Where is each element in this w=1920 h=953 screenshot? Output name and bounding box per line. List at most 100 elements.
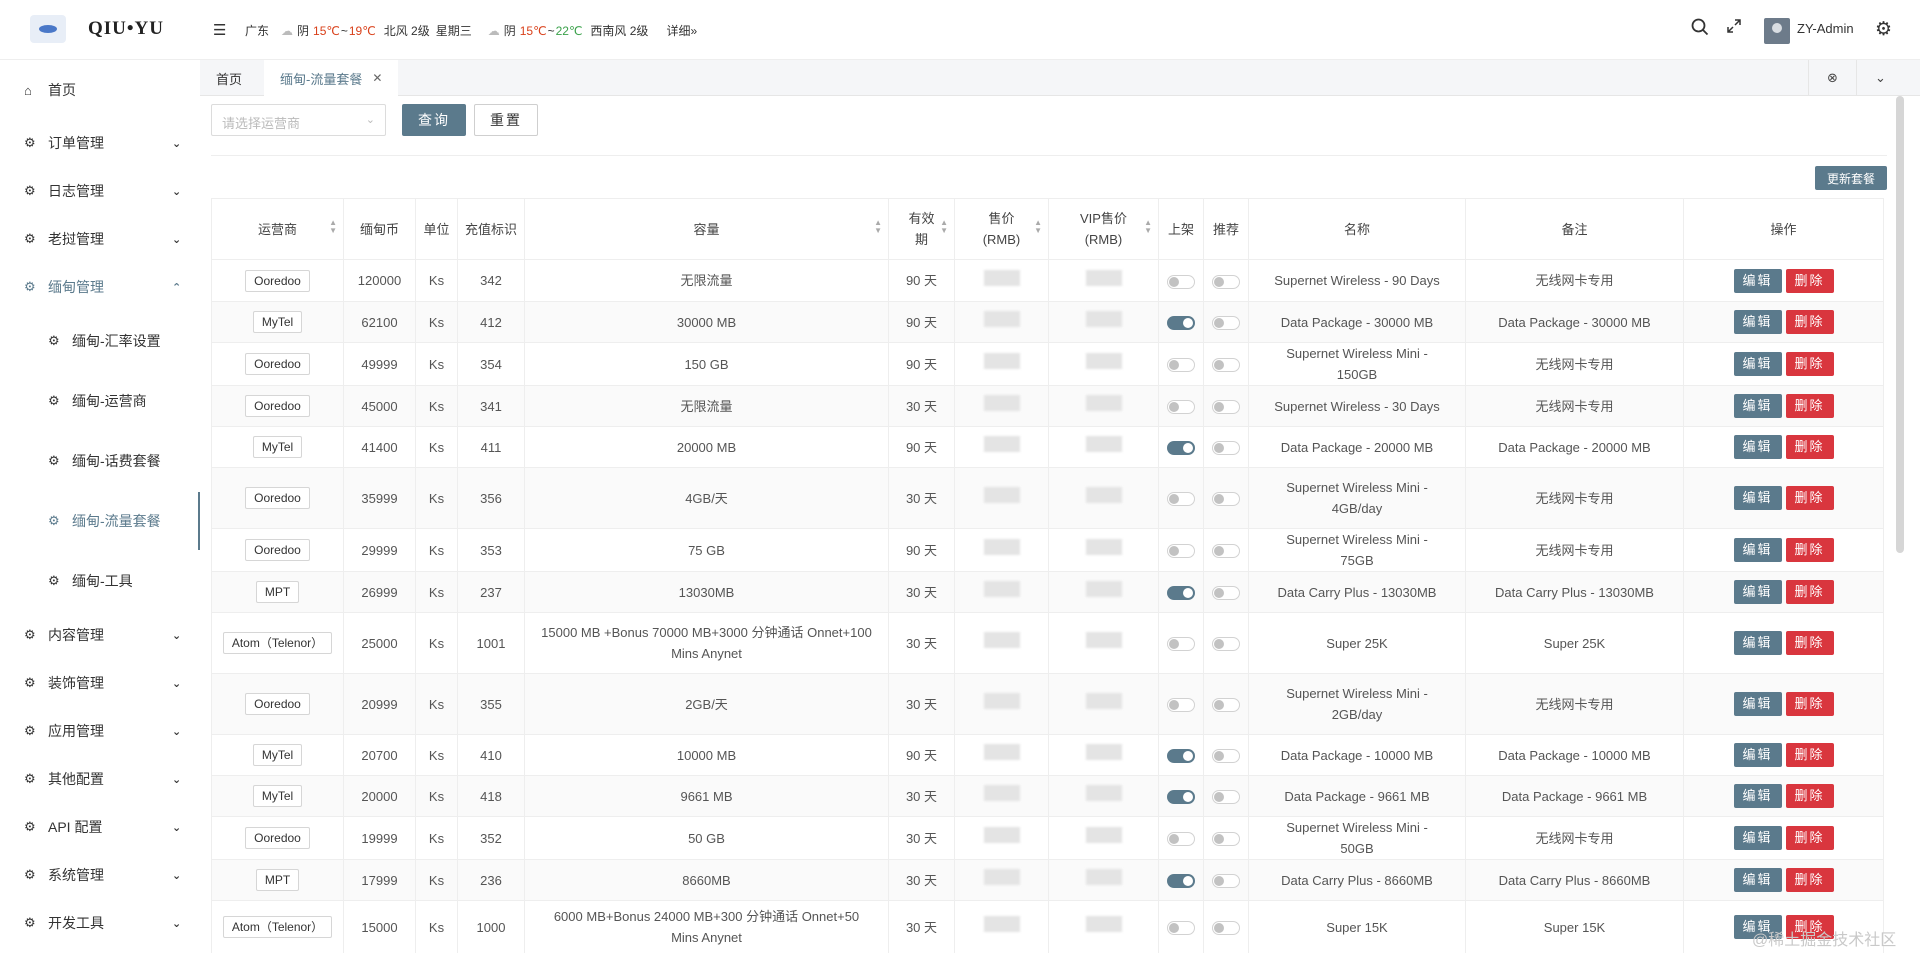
sidebar-item-apps[interactable]: ⚙ 应用管理 ⌄	[0, 711, 200, 751]
recommend-toggle[interactable]	[1212, 441, 1240, 456]
close-icon[interactable]: ✕	[372, 71, 382, 85]
delete-button[interactable]: 删除	[1785, 486, 1834, 510]
listed-toggle[interactable]	[1167, 316, 1195, 331]
recommend-toggle[interactable]	[1212, 274, 1240, 289]
reset-button[interactable]: 重置	[474, 104, 538, 136]
recommend-toggle[interactable]	[1212, 544, 1240, 559]
close-all-tabs-icon[interactable]: ⊗	[1808, 60, 1856, 96]
edit-button[interactable]: 编辑	[1733, 631, 1782, 655]
listed-toggle[interactable]	[1167, 441, 1195, 456]
col-header-operator[interactable]: 运营商 ▲ ▼	[211, 198, 344, 260]
sidebar-item-home[interactable]: ⌂ 首页	[0, 70, 200, 110]
recommend-toggle[interactable]	[1212, 790, 1240, 805]
chevron-down-icon[interactable]: ⌄	[1856, 60, 1904, 96]
delete-button[interactable]: 删除	[1785, 394, 1834, 418]
listed-toggle[interactable]	[1167, 400, 1195, 415]
sidebar-item-dev-tools[interactable]: ⚙ 开发工具 ⌄	[0, 903, 200, 943]
sidebar-item-other-config[interactable]: ⚙ 其他配置 ⌄	[0, 759, 200, 799]
delete-button[interactable]: 删除	[1785, 784, 1834, 808]
listed-toggle[interactable]	[1167, 921, 1195, 936]
edit-button[interactable]: 编辑	[1733, 435, 1782, 459]
listed-toggle[interactable]	[1167, 586, 1195, 601]
sidebar-item-system[interactable]: ⚙ 系统管理 ⌄	[0, 855, 200, 895]
col-header-vip-price[interactable]: VIP售价(RMB) ▲ ▼	[1048, 198, 1159, 260]
listed-toggle[interactable]	[1167, 832, 1195, 847]
operator-select[interactable]: 请选择运营商 ⌄	[211, 104, 386, 136]
recommend-toggle[interactable]	[1212, 874, 1240, 889]
scrollbar[interactable]	[1896, 96, 1904, 553]
sidebar-item-content[interactable]: ⚙ 内容管理 ⌄	[0, 615, 200, 655]
fullscreen-icon[interactable]	[1726, 18, 1742, 39]
edit-button[interactable]: 编辑	[1733, 868, 1782, 892]
sort-icon[interactable]: ▲ ▼	[1144, 219, 1152, 235]
delete-button[interactable]: 删除	[1785, 692, 1834, 716]
recommend-toggle[interactable]	[1212, 316, 1240, 331]
edit-button[interactable]: 编辑	[1733, 784, 1782, 808]
delete-button[interactable]: 删除	[1785, 538, 1834, 562]
gear-icon[interactable]: ⚙	[1875, 18, 1892, 41]
sort-icon[interactable]: ▲ ▼	[940, 219, 948, 235]
sidebar-subitem-operators[interactable]: ⚙ 缅甸-运营商	[0, 381, 200, 421]
sidebar-item-myanmar[interactable]: ⚙ 缅甸管理 ⌃	[0, 267, 200, 307]
listed-toggle[interactable]	[1167, 358, 1195, 373]
sidebar-item-laos[interactable]: ⚙ 老挝管理 ⌄	[0, 219, 200, 259]
recommend-toggle[interactable]	[1212, 921, 1240, 936]
sidebar-subitem-data-plans[interactable]: ⚙ 缅甸-流量套餐	[0, 492, 200, 550]
recommend-toggle[interactable]	[1212, 492, 1240, 507]
delete-button[interactable]: 删除	[1785, 743, 1834, 767]
sidebar-item-api-config[interactable]: ⚙ API 配置 ⌄	[0, 807, 200, 847]
recommend-toggle[interactable]	[1212, 749, 1240, 764]
edit-button[interactable]: 编辑	[1733, 486, 1782, 510]
sidebar-item-orders[interactable]: ⚙ 订单管理 ⌄	[0, 123, 200, 163]
listed-toggle[interactable]	[1167, 492, 1195, 507]
query-button[interactable]: 查询	[402, 104, 466, 136]
edit-button[interactable]: 编辑	[1733, 394, 1782, 418]
edit-button[interactable]: 编辑	[1733, 826, 1782, 850]
sidebar-subitem-exchange-rate[interactable]: ⚙ 缅甸-汇率设置	[0, 321, 200, 361]
sort-icon[interactable]: ▲ ▼	[1034, 219, 1042, 235]
recommend-toggle[interactable]	[1212, 586, 1240, 601]
avatar[interactable]	[1764, 18, 1790, 44]
tab-data-plans[interactable]: 缅甸-流量套餐 ✕	[264, 60, 399, 96]
delete-button[interactable]: 删除	[1785, 352, 1834, 376]
sort-icon[interactable]: ▲ ▼	[874, 219, 882, 235]
listed-toggle[interactable]	[1167, 790, 1195, 805]
recommend-toggle[interactable]	[1212, 358, 1240, 373]
menu-toggle-icon[interactable]: ☰	[213, 21, 226, 39]
delete-button[interactable]: 删除	[1785, 268, 1834, 293]
sidebar-subitem-tools[interactable]: ⚙ 缅甸-工具	[0, 561, 200, 601]
sidebar-item-decoration[interactable]: ⚙ 装饰管理 ⌄	[0, 663, 200, 703]
listed-toggle[interactable]	[1167, 544, 1195, 559]
edit-button[interactable]: 编辑	[1733, 310, 1782, 334]
edit-button[interactable]: 编辑	[1733, 538, 1782, 562]
sidebar-subitem-call-plans[interactable]: ⚙ 缅甸-话费套餐	[0, 441, 200, 481]
listed-toggle[interactable]	[1167, 274, 1195, 289]
recommend-toggle[interactable]	[1212, 832, 1240, 847]
sort-icon[interactable]: ▲ ▼	[329, 219, 337, 235]
col-header-capacity[interactable]: 容量 ▲ ▼	[524, 198, 889, 260]
recommend-toggle[interactable]	[1212, 637, 1240, 652]
user-name[interactable]: ZY-Admin	[1797, 21, 1854, 36]
col-header-price[interactable]: 售价(RMB) ▲ ▼	[954, 198, 1049, 260]
listed-toggle[interactable]	[1167, 749, 1195, 764]
listed-toggle[interactable]	[1167, 637, 1195, 652]
delete-button[interactable]: 删除	[1785, 435, 1834, 459]
delete-button[interactable]: 删除	[1785, 826, 1834, 850]
search-icon[interactable]	[1691, 18, 1709, 41]
recommend-toggle[interactable]	[1212, 698, 1240, 713]
sidebar-item-logs[interactable]: ⚙ 日志管理 ⌄	[0, 171, 200, 211]
recommend-toggle[interactable]	[1212, 400, 1240, 415]
tab-home[interactable]: 首页	[200, 60, 258, 96]
listed-toggle[interactable]	[1167, 698, 1195, 713]
edit-button[interactable]: 编辑	[1733, 743, 1782, 767]
update-plans-button[interactable]: 更新套餐	[1815, 166, 1887, 190]
listed-toggle[interactable]	[1167, 874, 1195, 889]
edit-button[interactable]: 编辑	[1733, 268, 1782, 293]
delete-button[interactable]: 删除	[1785, 868, 1834, 892]
edit-button[interactable]: 编辑	[1733, 352, 1782, 376]
col-header-validity[interactable]: 有效期 ▲ ▼	[888, 198, 955, 260]
edit-button[interactable]: 编辑	[1733, 692, 1782, 716]
delete-button[interactable]: 删除	[1785, 631, 1834, 655]
edit-button[interactable]: 编辑	[1733, 580, 1782, 604]
delete-button[interactable]: 删除	[1785, 580, 1834, 604]
